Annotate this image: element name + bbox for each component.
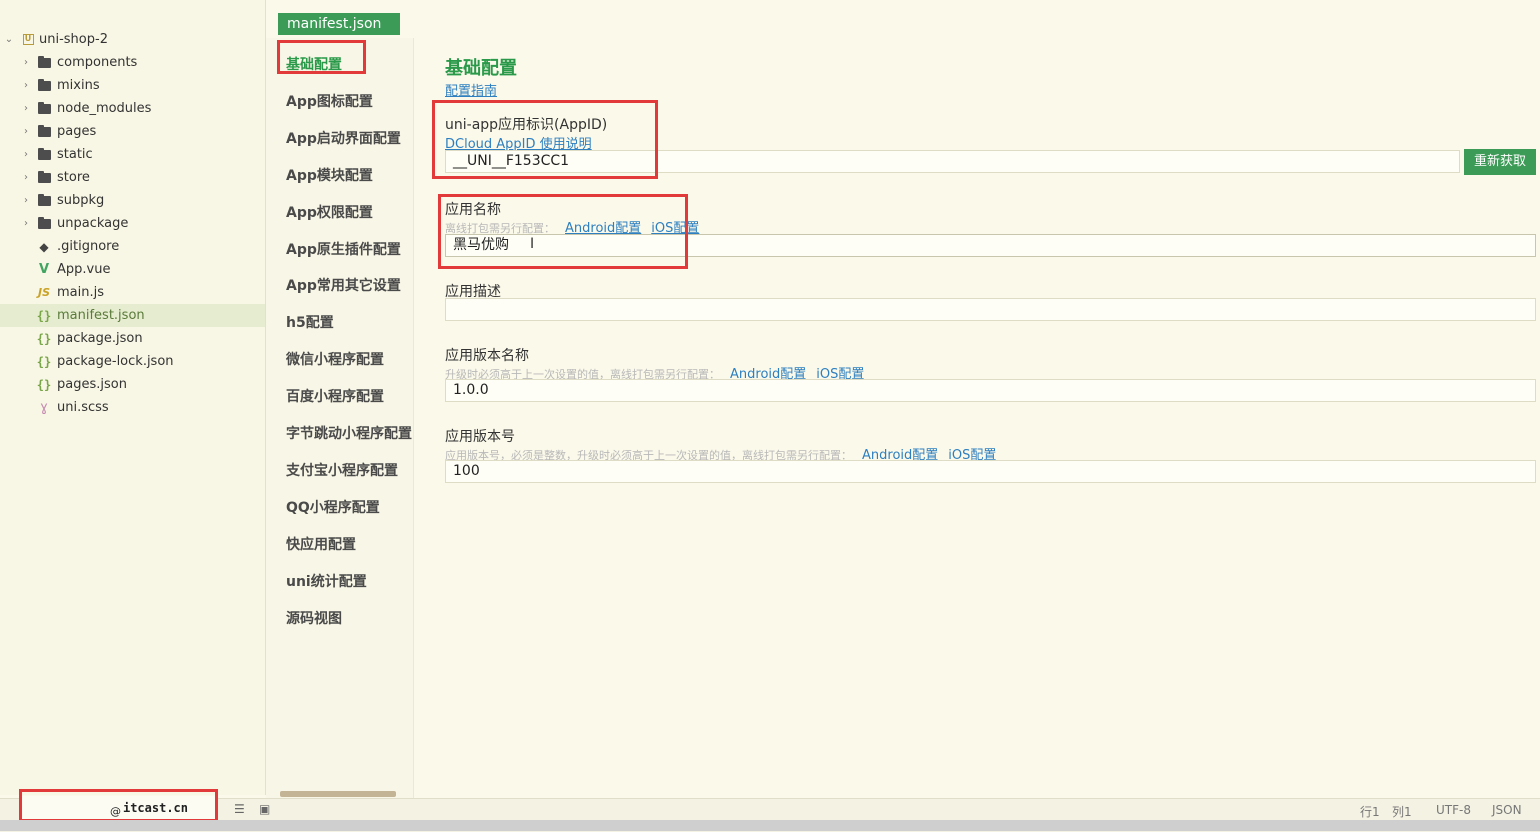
tree-item-gitignore[interactable]: ◆ .gitignore [0, 235, 265, 258]
nav-item-11[interactable]: 支付宝小程序配置 [286, 460, 398, 480]
tree-item-pages-json[interactable]: {} pages.json [0, 373, 265, 396]
tree-project-label: uni-shop-2 [39, 32, 108, 47]
folder-icon [36, 147, 52, 162]
vue-file-icon: V [38, 262, 50, 277]
scss-file-icon: ɣ [40, 400, 48, 415]
json-file-icon: {} [36, 354, 52, 369]
chevron-right-icon[interactable]: › [20, 103, 32, 114]
tree-project-root[interactable]: ⌄ U uni-shop-2 [0, 28, 265, 51]
version-code-field[interactable]: 100 [445, 460, 1536, 483]
tree-item-label: pages.json [57, 377, 127, 392]
tree-item-label: package-lock.json [57, 354, 174, 369]
folder-icon [36, 101, 52, 116]
tree-item-components[interactable]: › components [0, 51, 265, 74]
tree-item-label: node_modules [57, 101, 152, 116]
tree-item-label: subpkg [57, 193, 105, 208]
json-file-icon: {} [36, 377, 52, 392]
chevron-right-icon[interactable]: › [20, 80, 32, 91]
chevron-right-icon[interactable]: › [20, 218, 32, 229]
nav-item-8[interactable]: 微信小程序配置 [286, 349, 384, 369]
config-nav: 基础配置 App图标配置 App启动界面配置 App模块配置 App权限配置 App原生插… [266, 38, 414, 798]
tree-item-label: main.js [57, 285, 104, 300]
tree-item-uni-scss[interactable]: ɣ uni.scss [0, 396, 265, 419]
nav-item-14[interactable]: uni统计配置 [286, 571, 367, 591]
js-file-icon: JS [37, 286, 50, 299]
nav-item-10[interactable]: 字节跳动小程序配置 [286, 423, 412, 443]
list-icon[interactable]: ☰ [234, 802, 245, 816]
tree-item-label: App.vue [57, 262, 111, 277]
version-name-field[interactable]: 1.0.0 [445, 379, 1536, 402]
tree-item-package-json[interactable]: {} package.json [0, 327, 265, 350]
page-title: 基础配置 [445, 58, 517, 79]
nav-item-7[interactable]: h5配置 [286, 312, 334, 332]
version-name-label: 应用版本名称 [445, 348, 529, 364]
tree-item-label: uni.scss [57, 400, 109, 415]
nav-item-9[interactable]: 百度小程序配置 [286, 386, 384, 406]
app-desc-field[interactable] [445, 298, 1536, 321]
folder-icon [36, 124, 52, 139]
config-guide-link[interactable]: 配置指南 [445, 80, 497, 99]
terminal-icon[interactable]: ▣ [259, 802, 270, 816]
taskbar-strip [0, 820, 1540, 831]
tab-manifest-json[interactable]: manifest.json [278, 13, 400, 35]
status-encoding[interactable]: UTF-8 [1436, 803, 1471, 817]
tree-item-app-vue[interactable]: V App.vue [0, 258, 265, 281]
tree-item-label: .gitignore [57, 239, 120, 254]
tree-item-label: static [57, 147, 93, 162]
status-line[interactable]: 行1 [1360, 803, 1380, 820]
chevron-right-icon[interactable]: › [20, 172, 32, 183]
version-code-label: 应用版本号 [445, 429, 515, 445]
tree-item-mixins[interactable]: › mixins [0, 74, 265, 97]
folder-icon [36, 216, 52, 231]
nav-item-5[interactable]: App原生插件配置 [286, 239, 401, 259]
tree-item-main-js[interactable]: JS main.js [0, 281, 265, 304]
tree-item-unpackage[interactable]: › unpackage [0, 212, 265, 235]
git-file-icon: ◆ [39, 239, 49, 254]
tree-item-label: manifest.json [57, 308, 145, 323]
highlight-box-brand [19, 789, 218, 822]
folder-icon [36, 55, 52, 70]
nav-scrollbar[interactable] [280, 791, 396, 797]
project-icon: U [20, 33, 36, 47]
nav-item-1[interactable]: App图标配置 [286, 91, 373, 111]
tree-item-label: pages [57, 124, 97, 139]
json-file-icon: {} [36, 308, 52, 323]
nav-item-12[interactable]: QQ小程序配置 [286, 497, 380, 517]
tree-item-package-lock-json[interactable]: {} package-lock.json [0, 350, 265, 373]
status-col[interactable]: 列1 [1392, 803, 1412, 820]
tree-item-label: store [57, 170, 90, 185]
nav-item-15[interactable]: 源码视图 [286, 608, 342, 628]
tree-item-pages[interactable]: › pages [0, 120, 265, 143]
highlight-box-app-name [438, 194, 688, 269]
nav-item-2[interactable]: App启动界面配置 [286, 128, 401, 148]
nav-item-3[interactable]: App模块配置 [286, 165, 373, 185]
tree-item-label: unpackage [57, 216, 129, 231]
nav-item-6[interactable]: App常用其它设置 [286, 275, 401, 295]
nav-item-4[interactable]: App权限配置 [286, 202, 373, 222]
highlight-box-appid [432, 100, 658, 179]
chevron-right-icon[interactable]: › [20, 57, 32, 68]
folder-icon [36, 170, 52, 185]
file-tree: ⌄ U uni-shop-2 › components › mixins › node_m… [0, 0, 266, 795]
tree-item-subpkg[interactable]: › subpkg [0, 189, 265, 212]
tree-item-label: package.json [57, 331, 143, 346]
tree-item-store[interactable]: › store [0, 166, 265, 189]
highlight-box-nav [277, 40, 366, 74]
chevron-right-icon[interactable]: › [20, 126, 32, 137]
chevron-right-icon[interactable]: › [20, 149, 32, 160]
tree-item-node-modules[interactable]: › node_modules [0, 97, 265, 120]
tree-item-label: mixins [57, 78, 100, 93]
folder-icon [36, 193, 52, 208]
tree-item-manifest-json[interactable]: {} manifest.json [0, 304, 265, 327]
tree-item-label: components [57, 55, 138, 70]
status-language[interactable]: JSON [1492, 803, 1522, 817]
json-file-icon: {} [36, 331, 52, 346]
nav-item-13[interactable]: 快应用配置 [286, 534, 356, 554]
chevron-down-icon[interactable]: ⌄ [3, 34, 15, 45]
chevron-right-icon[interactable]: › [20, 195, 32, 206]
folder-icon [36, 78, 52, 93]
refresh-appid-button[interactable]: 重新获取 [1464, 149, 1536, 175]
tree-item-static[interactable]: › static [0, 143, 265, 166]
